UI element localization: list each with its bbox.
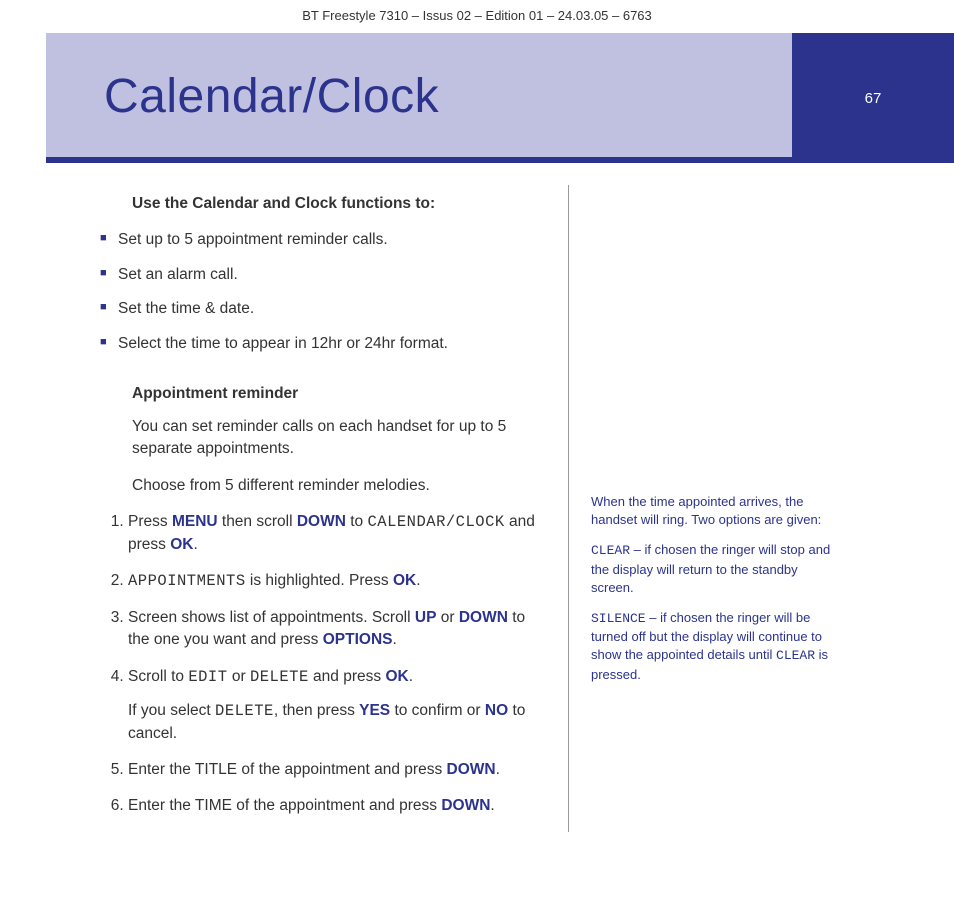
step-text: or [436, 609, 458, 626]
key-menu: MENU [172, 513, 218, 530]
page-title: Calendar/Clock [104, 69, 439, 124]
intro-bullet-list: Set up to 5 appointment reminder calls. … [132, 229, 548, 355]
step-text: If you select [128, 702, 215, 719]
key-down: DOWN [447, 761, 496, 778]
key-options: OPTIONS [323, 631, 393, 648]
key-ok: OK [170, 536, 193, 553]
lcd-text: DELETE [250, 668, 309, 686]
paragraph: Choose from 5 different reminder melodie… [132, 475, 548, 497]
lcd-text: DELETE [215, 702, 274, 720]
key-yes: YES [359, 702, 390, 719]
paragraph: You can set reminder calls on each hands… [132, 416, 548, 461]
step-text: Enter the TITLE of the appointment and p… [128, 761, 447, 778]
main-column: Use the Calendar and Clock functions to:… [46, 193, 568, 832]
step-text: . [416, 572, 420, 589]
lcd-text: CLEAR [591, 543, 630, 558]
step-text: is highlighted. Press [246, 572, 393, 589]
step-text: Scroll to [128, 668, 188, 685]
step-text: then scroll [218, 513, 297, 530]
list-item: Set up to 5 appointment reminder calls. [114, 229, 548, 251]
steps-list: Press MENU then scroll DOWN to CALENDAR/… [128, 511, 548, 818]
page-number: 67 [865, 90, 882, 107]
lcd-text: CALENDAR/CLOCK [367, 513, 504, 531]
step-sub-paragraph: If you select DELETE, then press YES to … [128, 700, 548, 745]
step-text: to confirm or [390, 702, 485, 719]
side-note: SILENCE – if chosen the ringer will be t… [591, 609, 841, 684]
step-text: . [193, 536, 197, 553]
step-text: Screen shows list of appointments. Scrol… [128, 609, 415, 626]
appointment-heading: Appointment reminder [132, 383, 548, 405]
step-text: . [496, 761, 500, 778]
step-item: Scroll to EDIT or DELETE and press OK. I… [128, 666, 548, 745]
key-ok: OK [393, 572, 416, 589]
step-text: . [409, 668, 413, 685]
content-area: Use the Calendar and Clock functions to:… [46, 193, 954, 832]
side-note: When the time appointed arrives, the han… [591, 493, 841, 529]
step-text: and press [309, 668, 386, 685]
step-item: APPOINTMENTS is highlighted. Press OK. [128, 570, 548, 592]
key-down: DOWN [459, 609, 508, 626]
step-item: Enter the TIME of the appointment and pr… [128, 795, 548, 817]
step-text: Enter the TIME of the appointment and pr… [128, 797, 441, 814]
lcd-text: EDIT [188, 668, 227, 686]
page-banner: 67 Calendar/Clock [46, 33, 954, 163]
list-item: Select the time to appear in 12hr or 24h… [114, 333, 548, 355]
step-text: . [490, 797, 494, 814]
step-text: Press [128, 513, 172, 530]
step-item: Press MENU then scroll DOWN to CALENDAR/… [128, 511, 548, 556]
list-item: Set the time & date. [114, 298, 548, 320]
step-item: Enter the TITLE of the appointment and p… [128, 759, 548, 781]
key-down: DOWN [297, 513, 346, 530]
key-ok: OK [385, 668, 408, 685]
document-header: BT Freestyle 7310 – Issus 02 – Edition 0… [0, 0, 954, 33]
step-text: or [228, 668, 250, 685]
side-note: CLEAR – if chosen the ringer will stop a… [591, 541, 841, 597]
step-text: . [393, 631, 397, 648]
list-item: Set an alarm call. [114, 264, 548, 286]
step-text: , then press [274, 702, 359, 719]
intro-heading: Use the Calendar and Clock functions to: [132, 193, 548, 215]
page-number-box: 67 [792, 33, 954, 163]
side-column: When the time appointed arrives, the han… [569, 193, 841, 832]
key-no: NO [485, 702, 508, 719]
lcd-text: APPOINTMENTS [128, 572, 246, 590]
lcd-text: CLEAR [776, 648, 815, 663]
step-text: to [346, 513, 368, 530]
key-up: UP [415, 609, 437, 626]
lcd-text: SILENCE [591, 611, 646, 626]
banner-underline [46, 157, 792, 163]
key-down: DOWN [441, 797, 490, 814]
step-item: Screen shows list of appointments. Scrol… [128, 607, 548, 652]
